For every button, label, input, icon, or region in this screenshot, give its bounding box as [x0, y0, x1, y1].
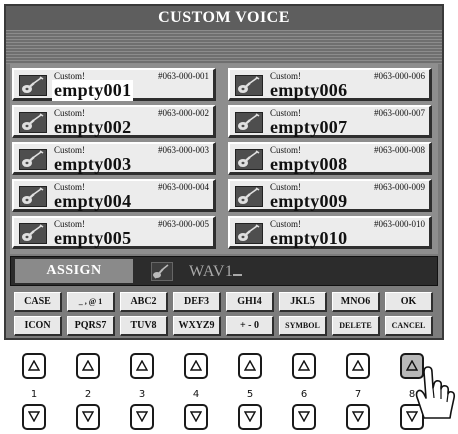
voice-number: #063-000-005: [158, 219, 209, 229]
panel-button-down-5[interactable]: [238, 404, 262, 430]
lcd-screen: CUSTOM VOICE Custom! #063-000-001 empty001…: [4, 4, 444, 340]
key-pqrs7[interactable]: PQRS7: [67, 316, 115, 336]
key-case[interactable]: CASE: [14, 292, 62, 312]
panel-button-number: 1: [30, 389, 38, 400]
voice-name: empty009: [270, 191, 348, 211]
panel-button-up-6[interactable]: [292, 353, 316, 379]
key-tuv8[interactable]: TUV8: [120, 316, 168, 336]
voice-number: #063-000-010: [374, 219, 425, 229]
guitar-icon: [19, 186, 47, 207]
key-wxyz9[interactable]: WXYZ9: [173, 316, 221, 336]
key-punctuation[interactable]: _ , @ 1: [67, 292, 115, 312]
panel-button-down-4[interactable]: [184, 404, 208, 430]
guitar-icon: [19, 112, 47, 133]
voice-number: #063-000-001: [158, 71, 209, 81]
voice-name: empty003: [54, 154, 132, 174]
voice-number: #063-000-003: [158, 145, 209, 155]
key-delete[interactable]: DELETE: [332, 316, 380, 336]
voice-button[interactable]: Custom! #063-000-010 empty010: [228, 216, 432, 249]
panel-button-up-4[interactable]: [184, 353, 208, 379]
voice-button[interactable]: Custom! #063-000-007 empty007: [228, 105, 432, 138]
panel-button-up-3[interactable]: [130, 353, 154, 379]
key-mno6[interactable]: MNO6: [332, 292, 380, 312]
key-abc2[interactable]: ABC2: [120, 292, 168, 312]
voice-button[interactable]: Custom! #063-000-009 empty009: [228, 179, 432, 212]
panel-button-down-1[interactable]: [22, 404, 46, 430]
voice-number: #063-000-004: [158, 182, 209, 192]
voice-number: #063-000-009: [374, 182, 425, 192]
guitar-icon: [151, 262, 173, 281]
voice-name: empty001: [52, 80, 134, 101]
text-cursor: [233, 274, 243, 276]
key-jkl5[interactable]: JKL5: [279, 292, 327, 312]
panel-button-number: 3: [138, 389, 146, 400]
voice-name: empty002: [54, 117, 132, 137]
voice-number: #063-000-002: [158, 108, 209, 118]
panel-button-down-6[interactable]: [292, 404, 316, 430]
panel-button-number: 2: [84, 389, 92, 400]
voice-name: empty007: [270, 117, 348, 137]
panel-button-number: 7: [354, 389, 362, 400]
panel-button-up-7[interactable]: [346, 353, 370, 379]
key-plus-minus-zero[interactable]: + - 0: [226, 316, 274, 336]
voice-number: #063-000-008: [374, 145, 425, 155]
voice-name: empty006: [270, 80, 348, 100]
voice-name: empty004: [54, 191, 132, 211]
voice-button[interactable]: Custom! #063-000-004 empty004: [12, 179, 216, 212]
voice-name-text: WAV1: [189, 263, 234, 280]
panel-button-up-1[interactable]: [22, 353, 46, 379]
key-ok[interactable]: OK: [385, 292, 433, 312]
panel-button-up-5[interactable]: [238, 353, 262, 379]
key-symbol[interactable]: SYMBOL: [279, 316, 327, 336]
guitar-icon: [235, 75, 263, 96]
key-icon[interactable]: ICON: [14, 316, 62, 336]
character-keyboard: CASE _ , @ 1 ABC2 DEF3 GHI4 JKL5 MNO6 OK ICON PQR…: [10, 288, 438, 338]
panel-button-number: 6: [300, 389, 308, 400]
key-ghi4[interactable]: GHI4: [226, 292, 274, 312]
panel-button-down-3[interactable]: [130, 404, 154, 430]
guitar-icon: [19, 223, 47, 244]
panel-button-up-2[interactable]: [76, 353, 100, 379]
assign-bar: ASSIGN WAV1: [10, 256, 438, 286]
voice-name: empty010: [270, 228, 348, 248]
hand-pointer-icon: [415, 366, 456, 419]
key-cancel[interactable]: CANCEL: [385, 316, 433, 336]
guitar-icon: [19, 149, 47, 170]
window-title: CUSTOM VOICE: [6, 6, 442, 30]
voice-button[interactable]: Custom! #063-000-001 empty001: [12, 68, 216, 101]
guitar-icon: [19, 75, 47, 96]
guitar-icon: [235, 186, 263, 207]
key-def3[interactable]: DEF3: [173, 292, 221, 312]
voice-list: Custom! #063-000-001 empty001 Custom! #063-0…: [10, 64, 438, 254]
guitar-icon: [235, 223, 263, 244]
voice-button[interactable]: Custom! #063-000-008 empty008: [228, 142, 432, 175]
voice-name: empty005: [54, 228, 132, 248]
voice-number: #063-000-007: [374, 108, 425, 118]
guitar-icon: [235, 149, 263, 170]
voice-button[interactable]: Custom! #063-000-006 empty006: [228, 68, 432, 101]
voice-button[interactable]: Custom! #063-000-002 empty002: [12, 105, 216, 138]
voice-number: #063-000-006: [374, 71, 425, 81]
voice-name-field[interactable]: WAV1: [189, 261, 243, 283]
assign-label: ASSIGN: [15, 259, 133, 283]
panel-button-down-2[interactable]: [76, 404, 100, 430]
header-band: [6, 30, 442, 64]
panel-button-number: 5: [246, 389, 254, 400]
voice-button[interactable]: Custom! #063-000-003 empty003: [12, 142, 216, 175]
panel-button-number: 4: [192, 389, 200, 400]
voice-name: empty008: [270, 154, 348, 174]
guitar-icon: [235, 112, 263, 133]
panel-button-down-7[interactable]: [346, 404, 370, 430]
voice-button[interactable]: Custom! #063-000-005 empty005: [12, 216, 216, 249]
